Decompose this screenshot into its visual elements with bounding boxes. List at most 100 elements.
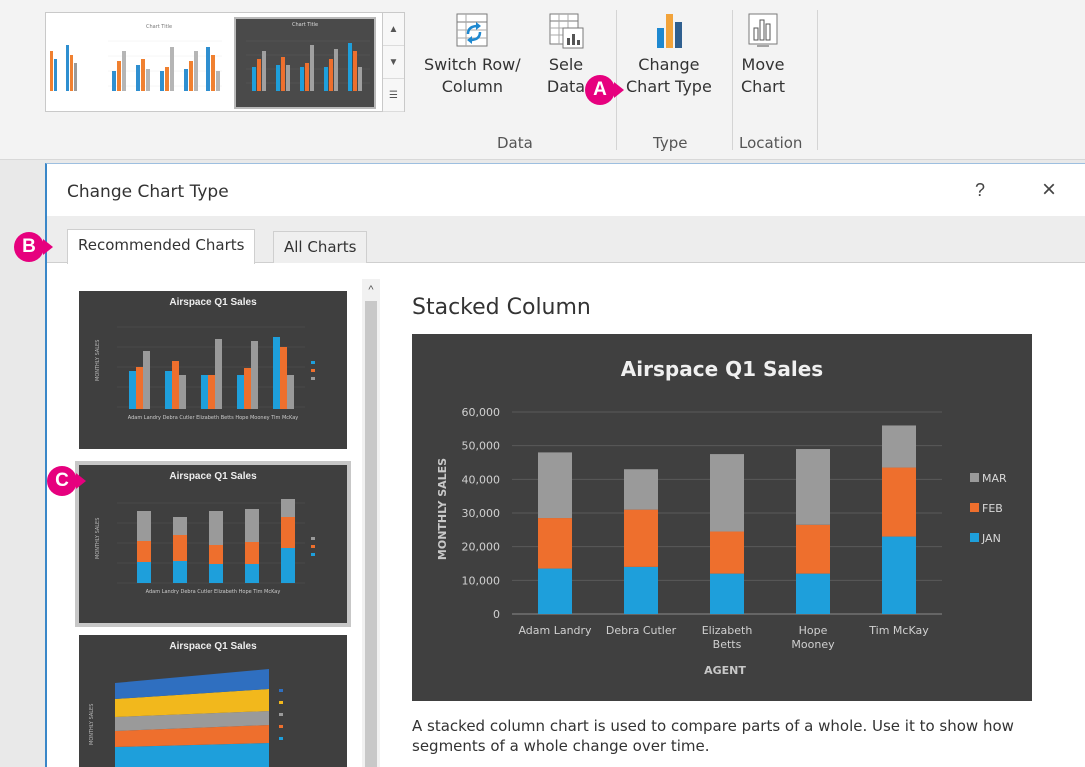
move-chart-label-1: Move — [741, 55, 785, 74]
chart-style-thumb-3-graphic — [246, 40, 370, 91]
move-chart-button[interactable]: Move Chart — [741, 10, 785, 98]
switch-row-column-label-2: Column — [441, 77, 503, 96]
card-title: Airspace Q1 Sales — [169, 641, 257, 652]
chart-style-thumb-3-selected[interactable]: Chart Title — [234, 17, 376, 109]
legend-swatch-mar — [970, 473, 979, 482]
callout-a-arrow — [614, 82, 624, 98]
chart-style-thumb-2-graphic — [108, 40, 222, 91]
dialog-title: Change Chart Type — [67, 182, 229, 202]
scroll-up-icon[interactable]: ^ — [362, 279, 380, 301]
card-title: Airspace Q1 Sales — [169, 297, 257, 308]
close-icon[interactable]: × — [1042, 176, 1056, 204]
ribbon: Chart Title Chart Title ▲ ▼ ☰ Switch Row… — [0, 0, 1085, 160]
x-tick-label: Elizabeth — [702, 624, 753, 637]
bar-segment-feb — [710, 531, 744, 574]
ribbon-separator — [817, 10, 818, 150]
bar-segment-mar — [882, 425, 916, 468]
svg-text:Adam Landry Debra Cutler Eli: Adam Landry Debra Cutler Elizabeth Hope … — [146, 589, 281, 595]
callout-a: A — [585, 75, 615, 105]
change-chart-type-button[interactable]: Change Chart Type — [626, 10, 712, 98]
y-tick-label: 50,000 — [462, 440, 501, 453]
chart-style-thumb-2-title: Chart Title — [145, 24, 173, 30]
bar-segment-feb — [624, 509, 658, 567]
recommended-chart-list: Airspace Q1 Sales MONTHLY SALES Adam Lan… — [65, 279, 385, 767]
chart-style-thumb-2[interactable]: Chart Title — [94, 21, 224, 105]
gallery-more-button[interactable]: ☰ — [383, 79, 404, 112]
y-tick-label: 40,000 — [462, 473, 501, 486]
svg-text:MONTHLY SALES: MONTHLY SALES — [95, 340, 101, 381]
bar-segment-feb — [882, 467, 916, 537]
chart-preview-svg: Airspace Q1 Sales 0 10,000 20,000 30,000 40,… — [436, 357, 1007, 677]
callout-b-arrow — [43, 239, 53, 255]
x-tick-label: Tim McKay — [868, 624, 929, 637]
switch-row-column-button[interactable]: Switch Row/ Column — [424, 10, 521, 98]
legend-label-feb: FEB — [982, 502, 1003, 515]
switch-row-column-icon — [452, 10, 492, 50]
chart-list-scrollbar[interactable]: ^ — [362, 279, 380, 767]
x-tick-label: Mooney — [791, 638, 835, 651]
chart-title: Airspace Q1 Sales — [621, 357, 823, 381]
y-tick-label: 30,000 — [462, 507, 501, 520]
recommended-chart-stacked-column[interactable]: Airspace Q1 Sales MONTHLY SALES Adam Lan… — [75, 461, 351, 627]
bar-segment-mar — [538, 452, 572, 519]
tab-recommended-charts[interactable]: Recommended Charts — [67, 229, 256, 264]
location-group-label: Location — [739, 134, 803, 152]
legend-swatch-jan — [970, 533, 979, 542]
x-tick-label: Betts — [713, 638, 742, 651]
legend-label-mar: MAR — [982, 472, 1007, 485]
bar-segment-jan — [882, 536, 916, 614]
dialog-tab-bar: Recommended Charts All Charts — [47, 216, 1085, 264]
callout-c-arrow — [76, 473, 86, 489]
move-chart-label-2: Chart — [741, 77, 785, 96]
bar-segment-jan — [624, 566, 658, 614]
tab-all-charts[interactable]: All Charts — [273, 231, 368, 263]
chart-description: A stacked column chart is used to compar… — [412, 717, 1014, 755]
chart-preview: Airspace Q1 Sales 0 10,000 20,000 30,000 40,… — [412, 334, 1032, 701]
bar-segment-jan — [538, 568, 572, 614]
chart-style-thumb-1[interactable] — [48, 21, 86, 105]
ribbon-separator — [616, 10, 617, 150]
x-tick-label: Debra Cutler — [606, 624, 677, 637]
select-data-label-2: Data — [546, 77, 586, 96]
svg-text:MONTHLY SALES: MONTHLY SALES — [89, 704, 95, 745]
stacked-column-graphic: MONTHLY SALES Adam Landry Debra Cutler E… — [95, 499, 315, 595]
y-tick-label: 10,000 — [462, 574, 501, 587]
svg-text:MONTHLY SALES: MONTHLY SALES — [95, 518, 101, 559]
data-group-label: Data — [497, 134, 533, 152]
y-tick-label: 20,000 — [462, 541, 501, 554]
y-tick-label: 60,000 — [462, 406, 501, 419]
change-chart-type-label-2: Chart Type — [626, 77, 712, 96]
move-chart-icon — [743, 10, 783, 50]
switch-row-column-label-1: Switch Row/ — [424, 55, 521, 74]
scrollbar-thumb[interactable] — [365, 301, 377, 767]
bar-segment-mar — [710, 454, 744, 532]
select-data-button[interactable]: Sele Data — [546, 10, 586, 98]
card-title: Airspace Q1 Sales — [169, 471, 257, 482]
select-data-icon — [546, 10, 586, 50]
x-axis-label: AGENT — [704, 664, 746, 677]
chart-styles-gallery: Chart Title Chart Title ▲ ▼ ☰ — [45, 12, 405, 112]
bar-segment-jan — [796, 573, 830, 614]
x-tick-label: Adam Landry — [518, 624, 592, 637]
type-group-label: Type — [653, 134, 688, 152]
preview-chart-name: Stacked Column — [412, 295, 591, 320]
legend-swatch-feb — [970, 503, 979, 512]
svg-text:Adam Landry Debra Cutler Eli: Adam Landry Debra Cutler Elizabeth Betts… — [128, 415, 299, 421]
gallery-up-button[interactable]: ▲ — [383, 13, 404, 46]
legend-label-jan: JAN — [981, 532, 1001, 545]
bar-segment-feb — [538, 518, 572, 569]
bar-segment-feb — [796, 524, 830, 574]
ribbon-separator — [732, 10, 733, 150]
gallery-down-button[interactable]: ▼ — [383, 46, 404, 79]
recommended-chart-clustered-column[interactable]: Airspace Q1 Sales MONTHLY SALES Adam Lan… — [79, 291, 347, 449]
recommended-chart-stacked-area[interactable]: Airspace Q1 Sales MONTHLY SALES — [79, 635, 347, 767]
help-icon[interactable]: ? — [975, 180, 985, 201]
y-tick-label: 0 — [493, 608, 500, 621]
chart-style-thumb-3-title: Chart Title — [291, 22, 319, 28]
chart-style-thumb-1-graphic — [50, 45, 77, 91]
stacked-area-graphic: MONTHLY SALES — [89, 669, 283, 767]
bar-segment-mar — [796, 449, 830, 525]
clustered-column-graphic: MONTHLY SALES Adam Landry Debra Cutler E… — [95, 326, 315, 421]
bar-segment-jan — [710, 573, 744, 614]
callout-b: B — [14, 232, 44, 262]
